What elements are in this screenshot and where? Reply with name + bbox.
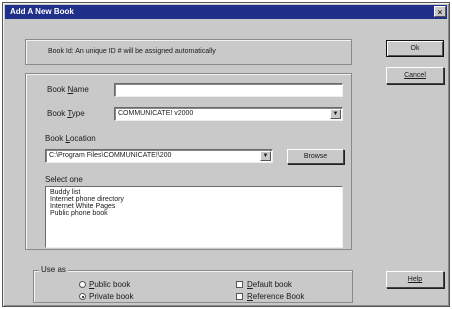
list-item[interactable]: Public phone book — [50, 210, 342, 217]
private-book-radio[interactable] — [79, 293, 86, 300]
reference-book-label: Reference Book — [247, 292, 305, 301]
default-book-label: Default book — [247, 280, 292, 289]
private-book-label: Private book — [89, 292, 134, 301]
book-type-value: COMMUNICATE! v2000 — [118, 110, 194, 117]
book-location-label: Book Location — [45, 134, 96, 143]
book-location-select[interactable]: C:\Program Files\COMMUNICATE!\200 ▼ — [45, 149, 273, 163]
list-item[interactable]: Internet White Pages — [50, 203, 342, 210]
list-item[interactable]: Internet phone directory — [50, 196, 342, 203]
ok-button[interactable]: Ok — [386, 40, 444, 57]
browse-button[interactable]: Browse — [287, 149, 344, 164]
close-icon: × — [437, 8, 443, 17]
default-book-checkbox[interactable] — [236, 281, 243, 288]
book-name-input[interactable] — [114, 83, 343, 97]
close-button[interactable]: × — [434, 6, 446, 17]
public-book-label: Public book — [89, 280, 131, 289]
list-item[interactable]: Buddy list — [50, 189, 342, 196]
book-type-label: Book Type — [47, 109, 85, 118]
public-book-radio[interactable] — [79, 281, 86, 288]
chevron-down-icon[interactable]: ▼ — [330, 109, 341, 119]
window-title: Add A New Book — [10, 7, 74, 16]
book-location-value: C:\Program Files\COMMUNICATE!\200 — [49, 152, 172, 159]
book-type-list[interactable]: Buddy list Internet phone directory Inte… — [45, 186, 343, 248]
book-name-label: Book Name — [47, 85, 89, 94]
cancel-button[interactable]: Cancel — [386, 67, 444, 84]
add-book-dialog: Add A New Book × Book Id: An unique ID #… — [2, 2, 450, 307]
use-as-legend: Use as — [39, 265, 68, 274]
select-one-label: Select one — [45, 175, 83, 184]
chevron-down-icon[interactable]: ▼ — [260, 151, 271, 161]
book-id-info: Book Id: An unique ID # will be assigned… — [48, 48, 216, 55]
title-bar: Add A New Book × — [5, 5, 447, 19]
book-type-select[interactable]: COMMUNICATE! v2000 ▼ — [114, 107, 343, 121]
help-button[interactable]: Help — [386, 271, 444, 288]
reference-book-checkbox[interactable] — [236, 293, 243, 300]
